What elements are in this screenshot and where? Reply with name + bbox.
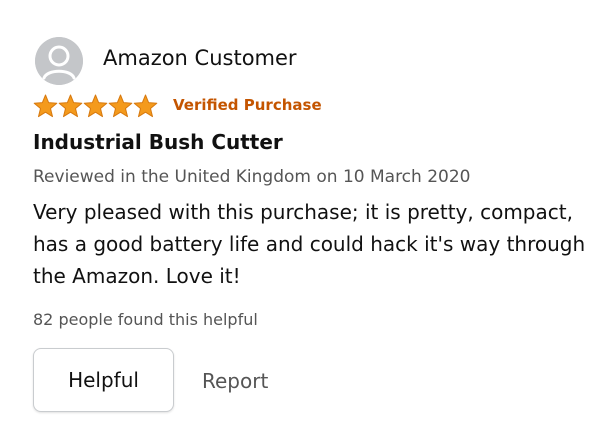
helpful-count: 82 people found this helpful xyxy=(33,310,258,329)
report-link[interactable]: Report xyxy=(202,369,268,393)
reviewer-avatar xyxy=(35,37,83,85)
star-filled-icon xyxy=(33,94,58,118)
default-profile-icon xyxy=(35,37,83,85)
review-title[interactable]: Industrial Bush Cutter xyxy=(33,130,283,154)
star-filled-icon xyxy=(108,94,133,118)
review-date: Reviewed in the United Kingdom on 10 Mar… xyxy=(33,167,471,187)
star-filled-icon xyxy=(133,94,158,118)
star-filled-icon xyxy=(58,94,83,118)
reviewer-name[interactable]: Amazon Customer xyxy=(103,46,297,70)
helpful-button[interactable]: Helpful xyxy=(33,348,174,412)
star-filled-icon xyxy=(83,94,108,118)
verified-purchase-badge: Verified Purchase xyxy=(173,96,322,114)
review-body: Very pleased with this purchase; it is p… xyxy=(33,200,586,288)
customer-review: Amazon Customer Verified Purchase Indust… xyxy=(0,0,610,443)
star-rating[interactable] xyxy=(33,94,158,118)
